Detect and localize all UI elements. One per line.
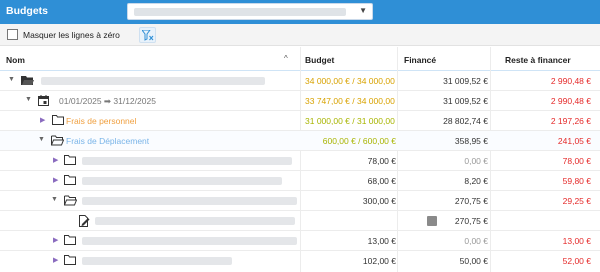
budget-select-value: [134, 8, 346, 16]
chevron-right-icon[interactable]: ▶: [53, 236, 58, 244]
table-row[interactable]: ▶ 13,00 € 0,00 € 13,00 €: [0, 231, 600, 251]
folder-icon: [64, 175, 76, 185]
budget-value: 34 000,00 € / 34 000,00 €: [305, 76, 396, 86]
finance-value: 0,00 €: [464, 156, 488, 166]
row-label-redacted: [82, 257, 232, 265]
folder-icon: [64, 255, 76, 265]
reste-value: 52,00 €: [562, 256, 591, 266]
table-row[interactable]: ▶ 102,00 € 50,00 € 52,00 €: [0, 251, 600, 272]
row-label-redacted: [82, 237, 297, 245]
document-icon: [79, 215, 90, 227]
category-label: Frais de Déplacement: [66, 136, 150, 146]
table-row[interactable]: ▼ Frais de Déplacement 600,00 € / 600,00…: [0, 131, 600, 151]
table-row[interactable]: ▶ 68,00 € 8,20 € 59,80 €: [0, 171, 600, 191]
reste-value: 2 990,48 €: [550, 96, 591, 106]
page-title: Budgets: [6, 5, 48, 17]
folder-icon: [64, 155, 76, 165]
reste-value: 2 197,26 €: [550, 116, 591, 126]
finance-value: 358,95 €: [454, 136, 488, 146]
finance-value: 31 009,52 €: [443, 96, 488, 106]
budget-value: 102,00 €: [362, 256, 396, 266]
finance-value: 50,00 €: [459, 256, 488, 266]
folder-open-icon: [51, 135, 64, 146]
toolbar: Masquer les lignes à zéro: [0, 24, 600, 46]
row-label-redacted: [41, 77, 265, 85]
row-label-redacted: [82, 197, 297, 205]
table-row[interactable]: ▶ 78,00 € 0,00 € 78,00 €: [0, 151, 600, 171]
chevron-down-icon[interactable]: ▼: [8, 76, 15, 83]
budget-value: 33 747,00 € / 34 000,00 €: [305, 96, 396, 106]
chevron-down-icon: ▼: [359, 6, 367, 15]
reste-value: 29,25 €: [562, 196, 591, 206]
column-header-finance[interactable]: Financé: [404, 55, 436, 65]
budget-value: 13,00 €: [367, 236, 396, 246]
chevron-right-icon[interactable]: ▶: [53, 256, 58, 264]
table-row[interactable]: ▶ Frais de personnel 31 000,00 € / 31 00…: [0, 111, 600, 131]
table-row[interactable]: ▼ 300,00 € 270,75 € 29,25 €: [0, 191, 600, 211]
budget-value: 31 000,00 € / 31 000,00 €: [305, 116, 396, 126]
finance-value: 270,75 €: [454, 196, 488, 206]
chevron-down-icon[interactable]: ▼: [25, 96, 32, 103]
table-row[interactable]: ▼ 34 000,00 € / 34 000,00 € 31 009,52 € …: [0, 71, 600, 91]
chevron-right-icon[interactable]: ▶: [53, 156, 58, 164]
reste-value: 241,05 €: [557, 136, 591, 146]
row-label-redacted: [82, 177, 282, 185]
reste-value: 59,80 €: [562, 176, 591, 186]
budget-value: 300,00 €: [362, 196, 396, 206]
chevron-right-icon[interactable]: ▶: [40, 116, 45, 124]
folder-icon: [64, 235, 76, 245]
app-header: Budgets ▼: [0, 0, 600, 24]
reste-value: 13,00 €: [562, 236, 591, 246]
hide-zero-label[interactable]: Masquer les lignes à zéro: [23, 30, 120, 40]
clear-filter-button[interactable]: [139, 27, 156, 43]
folder-open-icon: [64, 195, 77, 206]
period-label: 01/01/2025 ➡ 31/12/2025: [59, 96, 156, 106]
finance-value: 0,00 €: [464, 236, 488, 246]
chevron-down-icon[interactable]: ▼: [51, 196, 58, 203]
row-label-redacted: [95, 217, 295, 225]
budget-select[interactable]: ▼: [127, 3, 373, 20]
filter-clear-icon: [142, 30, 154, 41]
row-label-redacted: [82, 157, 292, 165]
category-label: Frais de personnel: [66, 116, 137, 126]
budget-value: 600,00 € / 600,00 €: [322, 136, 396, 146]
chevron-right-icon[interactable]: ▶: [53, 176, 58, 184]
budget-value: 78,00 €: [367, 156, 396, 166]
table-row[interactable]: ▼ 01/01/2025 ➡ 31/12/2025 33 747,00 € / …: [0, 91, 600, 111]
finance-value: 31 009,52 €: [443, 76, 488, 86]
table-row[interactable]: 270,75 €: [0, 211, 600, 231]
reste-value: 2 990,48 €: [550, 76, 591, 86]
sort-up-icon[interactable]: ^: [284, 54, 288, 63]
folder-icon: [52, 115, 64, 125]
column-header-budget[interactable]: Budget: [305, 55, 334, 65]
budget-value: 68,00 €: [367, 176, 396, 186]
column-header-reste[interactable]: Reste à financer: [505, 55, 571, 65]
finance-value: 28 802,74 €: [443, 116, 488, 126]
finance-value: 270,75 €: [454, 216, 488, 226]
hide-zero-checkbox[interactable]: [7, 29, 18, 40]
finance-value: 8,20 €: [464, 176, 488, 186]
reste-value: 78,00 €: [562, 156, 591, 166]
calendar-icon: [38, 95, 49, 106]
folder-open-icon: [21, 76, 34, 85]
column-header-nom[interactable]: Nom: [6, 55, 25, 65]
chevron-down-icon[interactable]: ▼: [38, 136, 45, 143]
